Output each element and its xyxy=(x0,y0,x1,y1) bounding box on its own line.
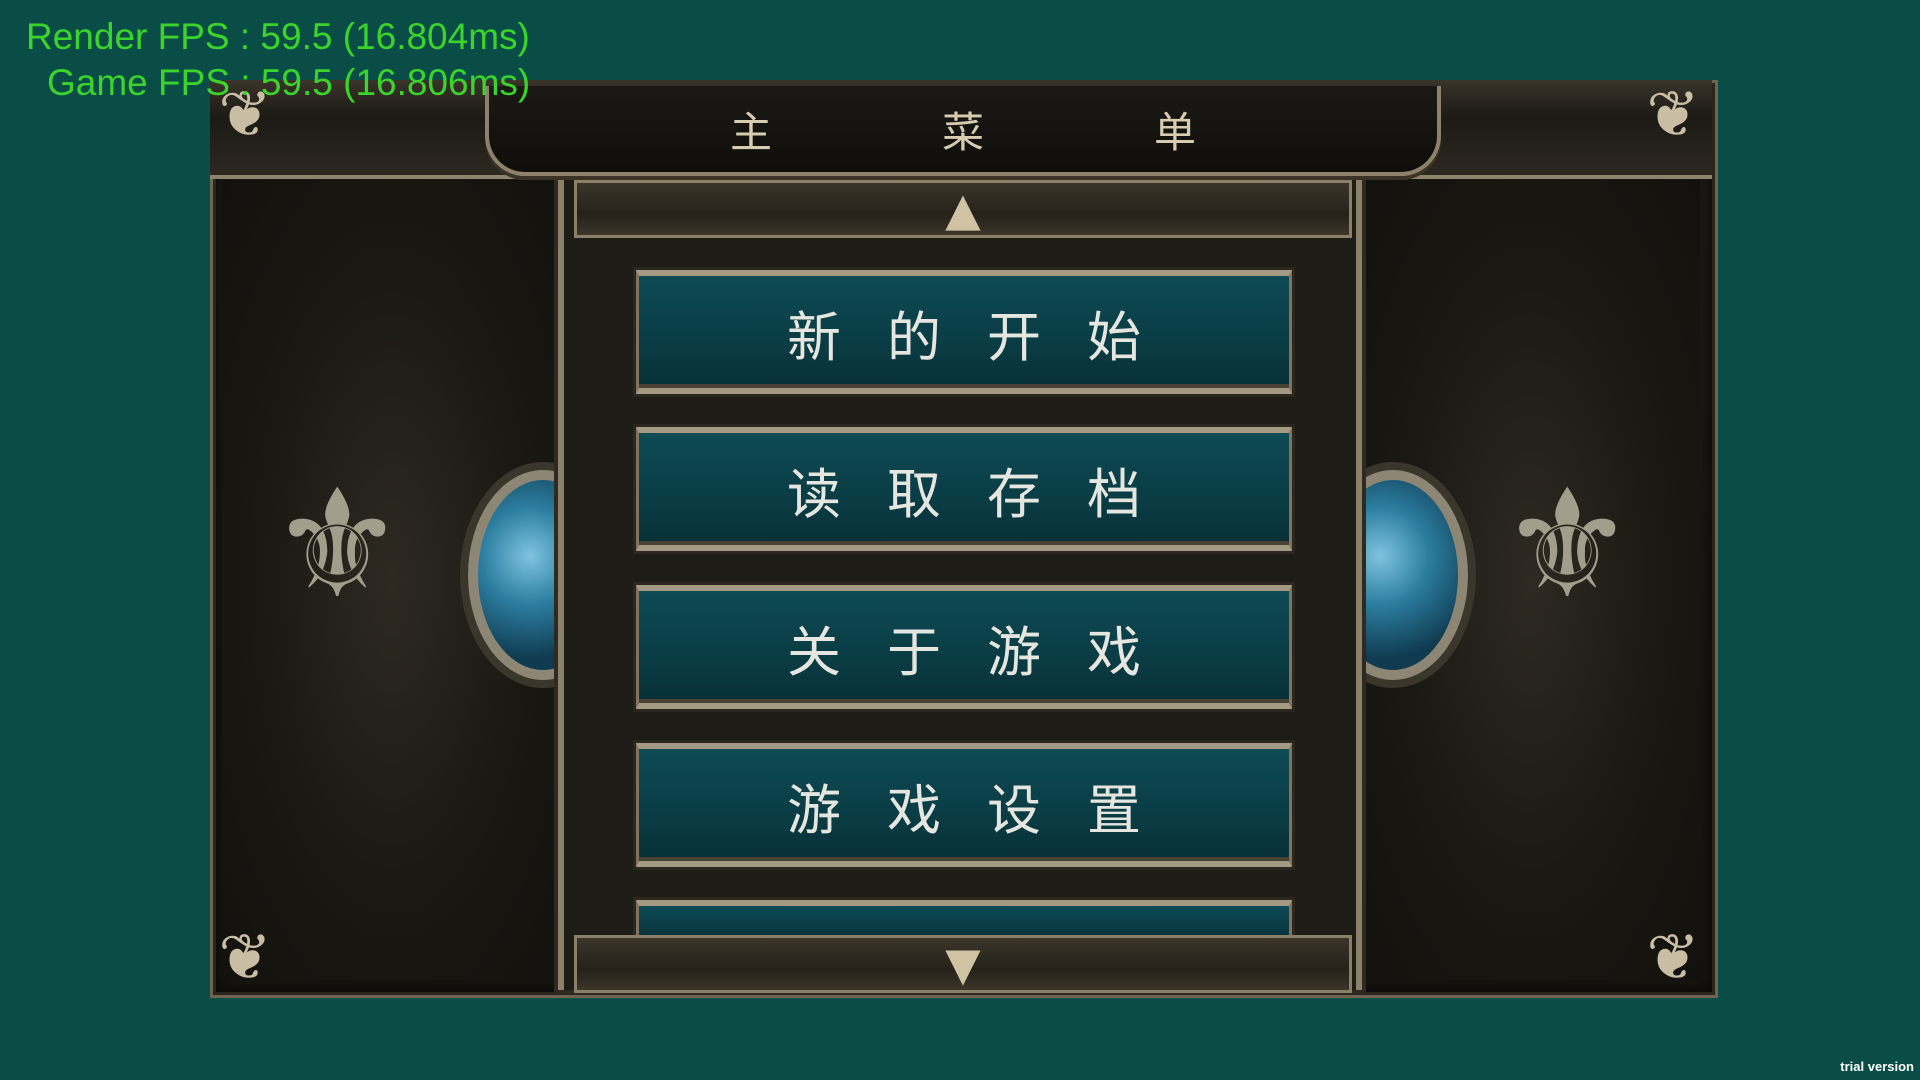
menu-item-label: 游戏设置 xyxy=(787,778,1187,842)
game-fps-readout: Game FPS : 59.5 (16.806ms) xyxy=(47,62,531,103)
menu-item-label: 关于游戏 xyxy=(787,620,1187,684)
corner-ornament-icon: ❦ xyxy=(1646,921,1700,995)
trial-version-label: trial version xyxy=(1840,1059,1914,1074)
title-plate: 主菜单 xyxy=(485,86,1441,176)
menu-title: 主菜单 xyxy=(729,107,1366,157)
scroll-up-button[interactable]: ▲ xyxy=(574,180,1352,238)
fleur-ornament-icon: ⚜ xyxy=(270,458,405,632)
fleur-ornament-icon: ⚜ xyxy=(1500,458,1635,632)
game-settings-button[interactable]: 游戏设置 xyxy=(636,743,1292,867)
triangle-up-icon: ▲ xyxy=(945,182,981,236)
corner-ornament-icon: ❦ xyxy=(1646,78,1700,152)
render-fps-readout: Render FPS : 59.5 (16.804ms) xyxy=(26,16,530,57)
corner-ornament-icon: ❦ xyxy=(218,921,272,995)
triangle-down-icon: ▼ xyxy=(945,937,981,991)
menu-item-label: 新的开始 xyxy=(787,305,1187,369)
scroll-down-button[interactable]: ▼ xyxy=(574,935,1352,993)
about-game-button[interactable]: 关于游戏 xyxy=(636,585,1292,709)
new-game-button[interactable]: 新的开始 xyxy=(636,270,1292,394)
load-save-button[interactable]: 读取存档 xyxy=(636,427,1292,551)
menu-item-label: 读取存档 xyxy=(787,462,1187,526)
